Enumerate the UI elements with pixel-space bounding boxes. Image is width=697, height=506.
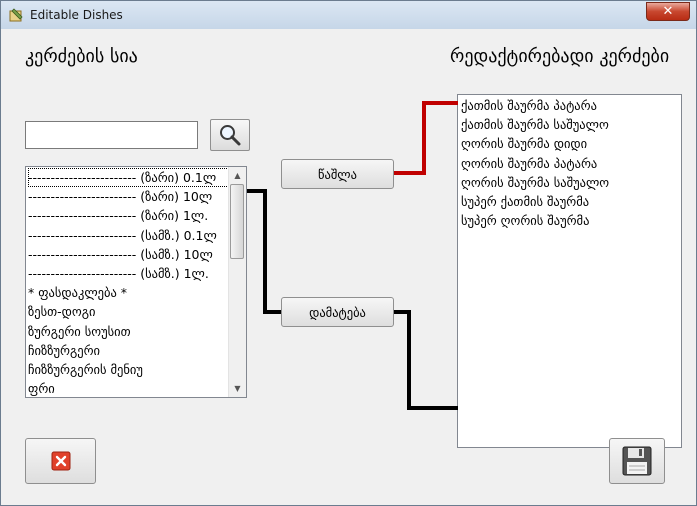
list-item[interactable]: ქათმის შაურმა საშუალო (461, 115, 681, 134)
cancel-button[interactable] (25, 438, 96, 484)
remove-connector-line (422, 101, 426, 175)
list-item[interactable]: ჩიზზურგერის მენიუ (28, 360, 229, 379)
add-connector-line (263, 189, 267, 313)
magnifier-icon (220, 125, 241, 146)
list-item[interactable]: ------------------------ (ზარი) 1ლ. (28, 206, 229, 225)
list-item[interactable]: ზურგერი სოუსით (28, 322, 229, 341)
editable-dishes-window: Editable Dishes ✕ კერძების სია რედაქტირე… (0, 0, 697, 506)
add-button[interactable]: დამატება (281, 297, 394, 327)
window-title: Editable Dishes (30, 8, 123, 22)
remove-connector-line (422, 101, 458, 105)
list-item[interactable]: ------------------------ (ზარი) 0.1ლ (28, 168, 229, 188)
floppy-disk-icon (622, 446, 652, 476)
remove-button-label: წაშლა (318, 166, 357, 182)
list-item[interactable]: ღორის შაურმა საშუალო (461, 173, 681, 192)
dish-list-label: კერძების სია (25, 46, 138, 67)
list-item[interactable]: * ფასდაკლება * (28, 283, 229, 302)
app-icon (9, 8, 23, 22)
list-item[interactable]: ზესთ-დოგი (28, 302, 229, 321)
dialog-body: კერძების სია რედაქტირებადი კერძები -----… (8, 29, 690, 500)
all-dishes-list[interactable]: ------------------------ (ზარი) 0.1ლ ---… (25, 166, 247, 398)
add-connector-line (407, 310, 411, 410)
editable-dishes-list[interactable]: ქათმის შაურმა პატარა ქათმის შაურმა საშუა… (457, 94, 682, 448)
add-connector-line (263, 310, 283, 314)
add-button-label: დამატება (309, 304, 366, 320)
list-item[interactable]: ღორის შაურმა დიდი (461, 134, 681, 153)
list-item[interactable]: ფრი (28, 379, 229, 397)
title-bar: Editable Dishes ✕ (1, 1, 696, 29)
scroll-thumb[interactable] (230, 184, 244, 259)
remove-button[interactable]: წაშლა (281, 159, 394, 189)
list-item[interactable]: ------------------------ (სამზ.) 1ლ. (28, 264, 229, 283)
save-button[interactable] (609, 438, 665, 484)
list-item[interactable]: ------------------------ (სამზ.) 0.1ლ (28, 226, 229, 245)
window-close-button[interactable]: ✕ (646, 2, 690, 21)
list-item[interactable]: ------------------------ (სამზ.) 10ლ (28, 245, 229, 264)
editable-dishes-label: რედაქტირებადი კერძები (450, 46, 670, 67)
remove-connector-line (393, 171, 423, 175)
list-item[interactable]: ------------------------ (ზარი) 10ლ (28, 187, 229, 206)
list-item[interactable]: სუპერ ღორის შაურმა (461, 211, 681, 230)
list-scrollbar[interactable]: ▲ ▼ (228, 167, 246, 397)
list-item[interactable]: ქათმის შაურმა პატარა (461, 96, 681, 115)
search-button[interactable] (210, 119, 250, 151)
close-icon: ✕ (662, 4, 674, 19)
search-input[interactable] (25, 121, 198, 149)
list-item[interactable]: ჩიზზურგერი (28, 341, 229, 360)
scroll-up-arrow-icon[interactable]: ▲ (229, 167, 246, 184)
list-item[interactable]: ღორის შაურმა პატარა (461, 154, 681, 173)
list-item[interactable]: სუპერ ქათმის შაურმა (461, 192, 681, 211)
scroll-down-arrow-icon[interactable]: ▼ (229, 380, 246, 397)
red-x-icon (51, 451, 70, 471)
add-connector-line (407, 406, 458, 410)
